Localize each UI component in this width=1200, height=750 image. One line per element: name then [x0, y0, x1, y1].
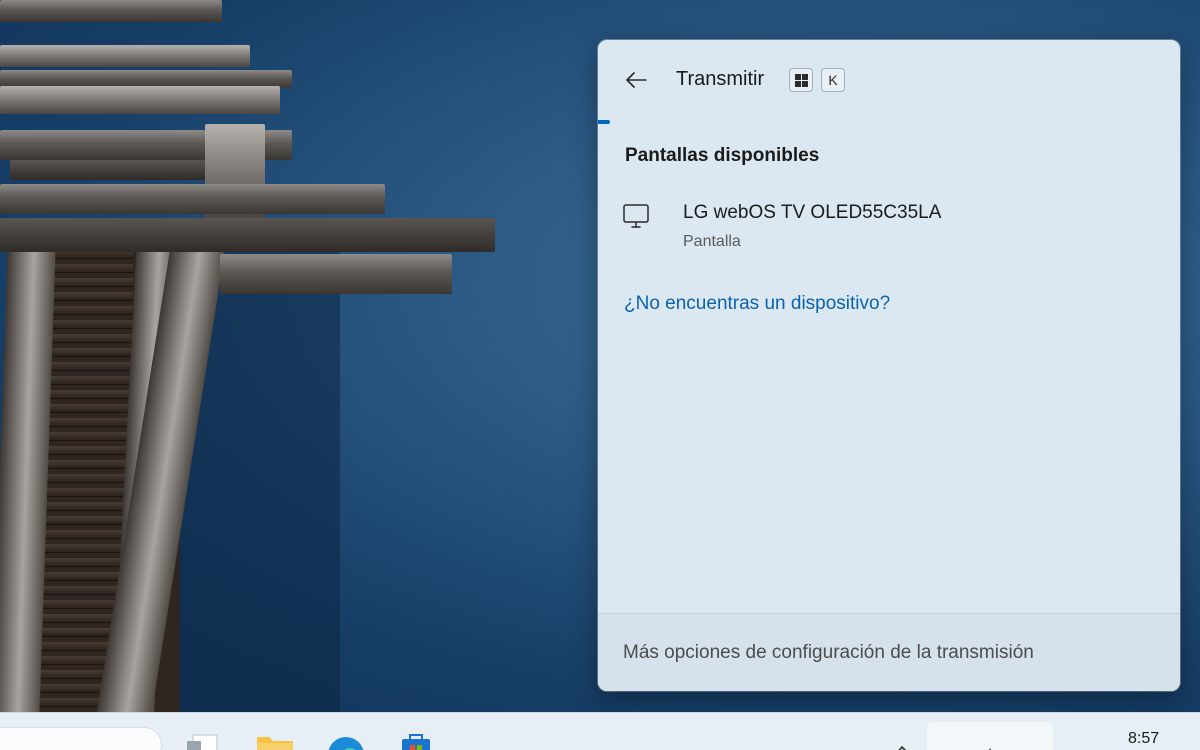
windows-logo-icon — [794, 73, 808, 87]
file-icon[interactable] — [185, 733, 225, 750]
arrow-left-icon — [626, 72, 647, 88]
pier-slat — [38, 404, 133, 413]
back-button[interactable] — [620, 64, 652, 96]
plank — [0, 86, 280, 114]
k-key-badge: K — [821, 68, 845, 92]
pier-slat — [38, 474, 133, 483]
pier-slat — [38, 390, 133, 399]
pier-slat — [38, 418, 133, 427]
pier-slat — [38, 502, 133, 511]
taskbar: 8:57 — [0, 712, 1200, 750]
plank — [220, 254, 452, 294]
pier-slat — [38, 516, 133, 525]
cast-flyout: Transmitir K Pantallas disponibles LG we… — [598, 40, 1180, 691]
pen-icon[interactable] — [886, 741, 910, 750]
flyout-title: Transmitir — [676, 68, 765, 90]
plank — [0, 184, 385, 214]
pier-slat — [38, 362, 133, 371]
pier-slat — [38, 432, 133, 441]
pier-slat — [38, 460, 133, 469]
edge-icon[interactable] — [326, 733, 366, 750]
pier-slat — [38, 376, 133, 385]
pier-slat — [38, 446, 133, 455]
clock-time[interactable]: 8:57 — [1128, 730, 1159, 748]
progress-indicator — [598, 120, 610, 124]
monitor-icon — [623, 204, 649, 228]
windows-key-badge — [789, 68, 813, 92]
plank — [0, 45, 250, 67]
wifi-icon — [938, 741, 962, 750]
pier-slat — [38, 530, 133, 539]
battery-icon — [1015, 741, 1039, 750]
chevron-up-icon[interactable] — [835, 741, 859, 750]
flyout-footer: Más opciones de configuración de la tran… — [598, 613, 1180, 691]
device-item[interactable]: LG webOS TV OLED55C35LA Pantalla — [612, 192, 1162, 258]
folder-icon[interactable] — [255, 733, 295, 750]
pier-slat — [38, 544, 133, 553]
device-type: Pantalla — [683, 233, 741, 250]
taskbar-search-box[interactable] — [0, 727, 162, 750]
store-icon[interactable] — [396, 733, 436, 750]
section-title: Pantallas disponibles — [625, 145, 820, 166]
flyout-header: Transmitir K — [598, 40, 1180, 122]
more-cast-settings-link[interactable]: Más opciones de configuración de la tran… — [623, 642, 1034, 664]
pier-slat — [38, 488, 133, 497]
pier-slat — [38, 348, 133, 357]
help-link[interactable]: ¿No encuentras un dispositivo? — [624, 293, 890, 315]
volume-icon — [988, 748, 991, 750]
plank — [0, 0, 222, 22]
plank — [0, 218, 495, 252]
device-name: LG webOS TV OLED55C35LA — [683, 202, 942, 223]
